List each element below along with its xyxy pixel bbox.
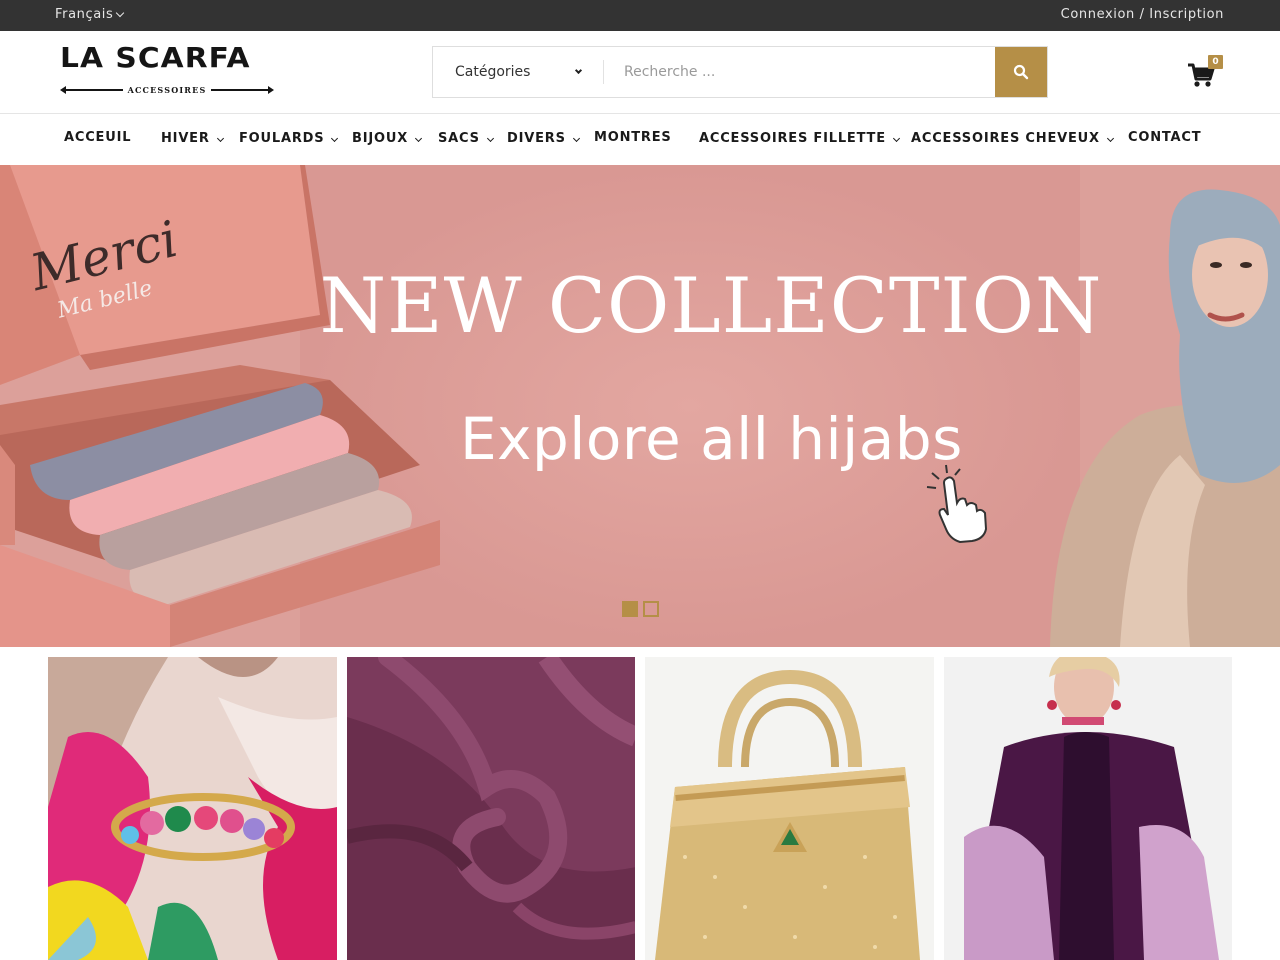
search-icon: [1013, 64, 1029, 80]
chevron-down-icon: [574, 66, 583, 75]
nav-item-divers[interactable]: DIVERS: [507, 131, 580, 146]
category-tile-sacs[interactable]: [645, 657, 934, 960]
main-navigation: ACCEUIL HIVER FOULARDS BIJOUX SACS DIVER…: [0, 114, 1280, 165]
nav-item-label: ACCESSOIRES FILLETTE: [699, 131, 886, 146]
nav-item-label: FOULARDS: [239, 131, 325, 146]
nav-item-label: BIJOUX: [352, 131, 409, 146]
nav-item-montres[interactable]: MONTRES: [594, 130, 672, 145]
slider-dot-2[interactable]: [643, 601, 659, 617]
pointing-hand-icon: [926, 464, 988, 543]
hijab-fabric-image: [346, 657, 635, 960]
nav-item-accessoires-cheveux[interactable]: ACCESSOIRES CHEVEUX: [911, 131, 1114, 146]
chevron-down-icon: [116, 8, 125, 18]
logo-subtitle: ACCESSOIRES: [127, 85, 207, 95]
category-tile-foulards[interactable]: [346, 657, 635, 960]
chevron-down-icon: [486, 134, 494, 143]
hero-subtitle[interactable]: Explore all hijabs: [460, 405, 962, 473]
arrow-right-icon: [268, 86, 275, 94]
nav-item-contact[interactable]: CONTACT: [1128, 130, 1201, 145]
category-tile-hiver[interactable]: [943, 657, 1232, 960]
top-bar: Français Connexion / Inscription: [0, 0, 1280, 31]
language-selector[interactable]: Français: [55, 7, 125, 22]
hijab-model-image: [1050, 189, 1280, 647]
nav-item-foulards[interactable]: FOULARDS: [239, 131, 339, 146]
winter-poncho-image: [943, 657, 1232, 960]
nav-item-label: SACS: [438, 131, 480, 146]
nav-item-label: HIVER: [161, 131, 210, 146]
nav-item-label: ACCEUIL: [64, 130, 132, 145]
search-input[interactable]: [604, 47, 995, 97]
search-button[interactable]: [995, 47, 1047, 97]
login-register-link[interactable]: Connexion / Inscription: [1061, 7, 1224, 22]
logo-subline: ACCESSOIRES: [60, 85, 275, 95]
chevron-down-icon: [1106, 134, 1114, 143]
site-logo[interactable]: LA SCARFA ACCESSOIRES: [60, 43, 276, 101]
nav-item-acceuil[interactable]: ACCEUIL: [64, 130, 131, 145]
language-label: Français: [55, 7, 114, 22]
hero-slider[interactable]: Merci Ma belle NEW COLLECTION Explore al…: [0, 165, 1280, 647]
nav-item-sacs[interactable]: SACS: [438, 131, 494, 146]
nav-item-label: CONTACT: [1128, 130, 1202, 145]
handbag-image: [645, 657, 934, 960]
nav-item-label: DIVERS: [507, 131, 566, 146]
logo-name: LA SCARFA: [60, 41, 251, 74]
site-header: LA SCARFA ACCESSOIRES Catégories Recherc…: [0, 31, 1280, 114]
category-tiles: [48, 657, 1232, 960]
chevron-down-icon: [414, 134, 423, 143]
slider-dots: [622, 601, 659, 617]
chevron-down-icon: [216, 134, 224, 143]
nav-item-label: ACCESSOIRES CHEVEUX: [911, 131, 1100, 146]
chevron-down-icon: [572, 134, 580, 143]
cart-count-badge: 0: [1208, 55, 1223, 69]
slider-dot-1[interactable]: [622, 601, 638, 617]
category-select[interactable]: Catégories: [433, 47, 603, 97]
jewelry-ring-image: [48, 657, 337, 960]
category-tile-bijoux[interactable]: [48, 657, 337, 960]
category-select-label: Catégories: [455, 64, 531, 80]
chevron-down-icon: [331, 134, 339, 143]
chevron-down-icon: [892, 134, 900, 143]
search-bar: Catégories: [432, 46, 1048, 98]
nav-item-accessoires-fillette[interactable]: ACCESSOIRES FILLETTE: [699, 131, 900, 146]
nav-item-bijoux[interactable]: BIJOUX: [352, 131, 423, 146]
cart-button[interactable]: 0: [1186, 55, 1226, 89]
nav-item-label: MONTRES: [594, 130, 672, 145]
nav-item-hiver[interactable]: HIVER: [161, 131, 224, 146]
